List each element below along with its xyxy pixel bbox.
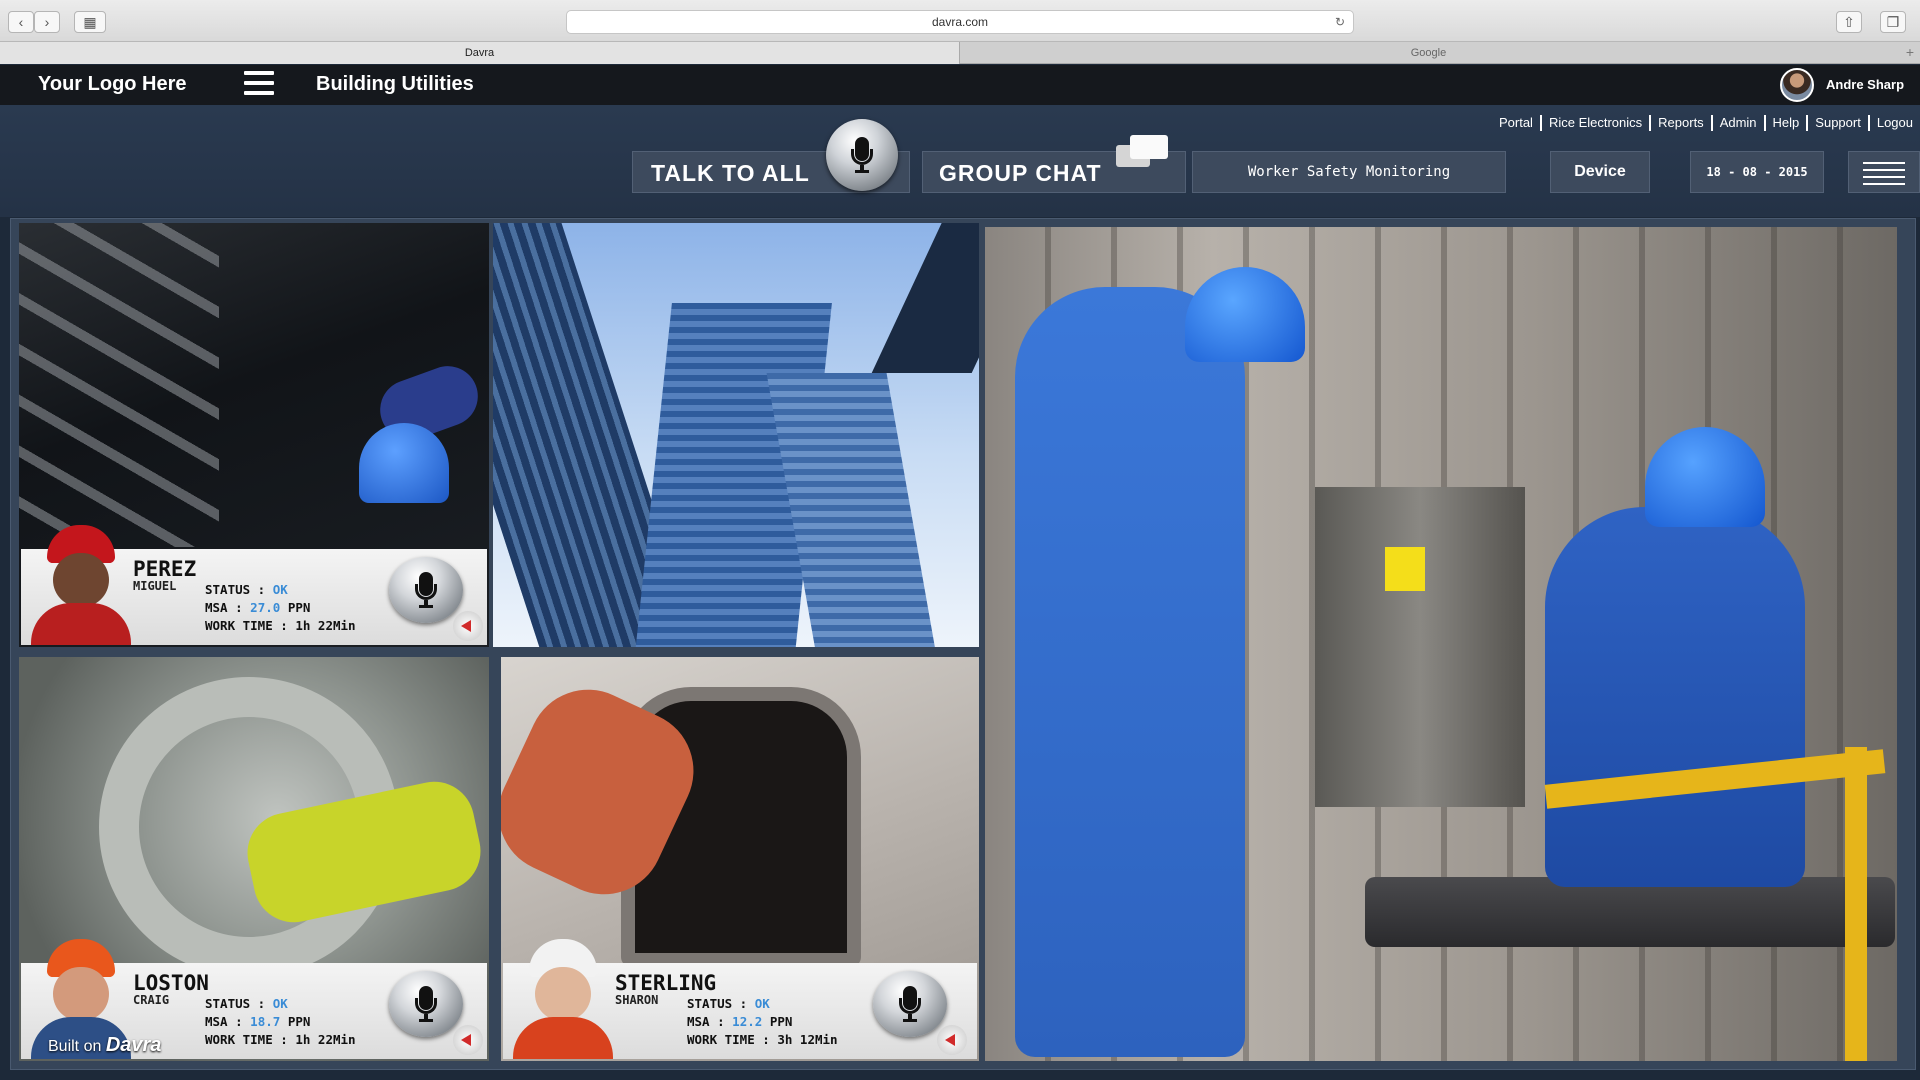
back-button[interactable]: ‹ (8, 11, 34, 33)
app-title: Building Utilities (316, 73, 474, 95)
worker-first-name: MIGUEL (133, 579, 177, 593)
msa-value: 27.0 (250, 600, 281, 615)
new-tab-icon[interactable]: + (1906, 44, 1914, 60)
built-on-badge[interactable]: Built on Davra (48, 1034, 161, 1057)
nav-link-admin[interactable]: Admin (1713, 115, 1766, 131)
user-name[interactable]: Andre Sharp (1826, 77, 1904, 92)
url-text: davra.com (931, 15, 989, 29)
control-bar: Portal Rice Electronics Reports Admin He… (0, 105, 1920, 217)
worker-stats: STATUS : OK MSA : 12.2 PPN WORK TIME : 3… (687, 996, 838, 1047)
nav-link-portal[interactable]: Portal (1492, 115, 1542, 131)
mute-speaker-icon[interactable] (937, 1025, 967, 1055)
camera-feed-elevator[interactable] (985, 227, 1897, 1061)
worker-last-name: STERLING (615, 971, 717, 995)
tab-google[interactable]: Google (961, 42, 1896, 64)
talk-to-all-label: TALK TO ALL (651, 160, 810, 186)
device-button[interactable]: Device (1550, 151, 1650, 193)
camera-feed-loston[interactable]: LOSTON CRAIG STATUS : OK MSA : 18.7 PPN … (19, 657, 489, 1061)
chat-bubbles-icon[interactable] (1116, 135, 1172, 179)
worker-info-panel: STERLING SHARON STATUS : OK MSA : 12.2 P… (503, 939, 977, 1059)
forward-button[interactable]: › (34, 11, 60, 33)
hamburger-menu-icon[interactable] (244, 71, 274, 99)
microphone-icon[interactable] (826, 119, 898, 191)
nav-link-support[interactable]: Support (1808, 115, 1870, 131)
worker-info-panel: PEREZ MIGUEL STATUS : OK MSA : 27.0 PPN … (21, 525, 487, 645)
worker-stats: STATUS : OK MSA : 27.0 PPN WORK TIME : 1… (205, 582, 356, 633)
worker-first-name: CRAIG (133, 993, 170, 1007)
worker-first-name: SHARON (615, 993, 659, 1007)
nav-link-logout[interactable]: Logou (1870, 115, 1920, 131)
nav-link-reports[interactable]: Reports (1651, 115, 1713, 131)
list-menu-icon[interactable] (1848, 151, 1920, 193)
group-chat-label: GROUP CHAT (939, 160, 1102, 186)
tabs-overview-icon[interactable]: ❐ (1880, 11, 1906, 33)
worker-last-name: PEREZ (133, 557, 197, 581)
worker-photo (31, 525, 131, 645)
talk-microphone-icon[interactable] (389, 557, 463, 623)
camera-feed-perez[interactable]: PEREZ MIGUEL STATUS : OK MSA : 27.0 PPN … (19, 223, 489, 647)
nav-link-help[interactable]: Help (1766, 115, 1809, 131)
url-bar[interactable]: davra.com ↻ (566, 10, 1354, 34)
camera-grid: PEREZ MIGUEL STATUS : OK MSA : 27.0 PPN … (10, 218, 1916, 1070)
tab-strip: Davra Google + (0, 42, 1920, 64)
built-on-label: Built on (48, 1038, 102, 1055)
app-header: Your Logo Here Building Utilities Andre … (0, 65, 1920, 105)
reload-icon[interactable]: ↻ (1335, 11, 1345, 33)
avatar[interactable] (1780, 68, 1814, 102)
worker-photo (513, 939, 613, 1059)
camera-feed-building[interactable] (493, 223, 979, 647)
status-value: OK (272, 996, 288, 1011)
msa-value: 18.7 (250, 1014, 281, 1029)
nav-link-rice-electronics[interactable]: Rice Electronics (1542, 115, 1652, 131)
status-value: OK (754, 996, 770, 1011)
mute-speaker-icon[interactable] (453, 1025, 483, 1055)
date-display: 18 - 08 - 2015 (1690, 151, 1824, 193)
brand-name: Davra (105, 1034, 162, 1056)
top-nav-links: Portal Rice Electronics Reports Admin He… (1492, 115, 1920, 131)
msa-value: 12.2 (732, 1014, 763, 1029)
worker-last-name: LOSTON (133, 971, 209, 995)
mute-speaker-icon[interactable] (453, 611, 483, 641)
worker-stats: STATUS : OK MSA : 18.7 PPN WORK TIME : 1… (205, 996, 356, 1047)
logo[interactable]: Your Logo Here (38, 73, 187, 96)
sidebar-toggle-icon[interactable]: ▦ (74, 11, 106, 33)
talk-microphone-icon[interactable] (389, 971, 463, 1037)
camera-feed-sterling[interactable]: STERLING SHARON STATUS : OK MSA : 12.2 P… (501, 657, 979, 1061)
monitoring-title: Worker Safety Monitoring (1192, 151, 1506, 193)
browser-toolbar: ‹ › ▦ davra.com ↻ ⇧ ❐ (0, 0, 1920, 42)
talk-microphone-icon[interactable] (873, 971, 947, 1037)
status-value: OK (272, 582, 288, 597)
tab-davra[interactable]: Davra (0, 42, 960, 64)
share-icon[interactable]: ⇧ (1836, 11, 1862, 33)
warning-sign-icon (1385, 547, 1425, 591)
